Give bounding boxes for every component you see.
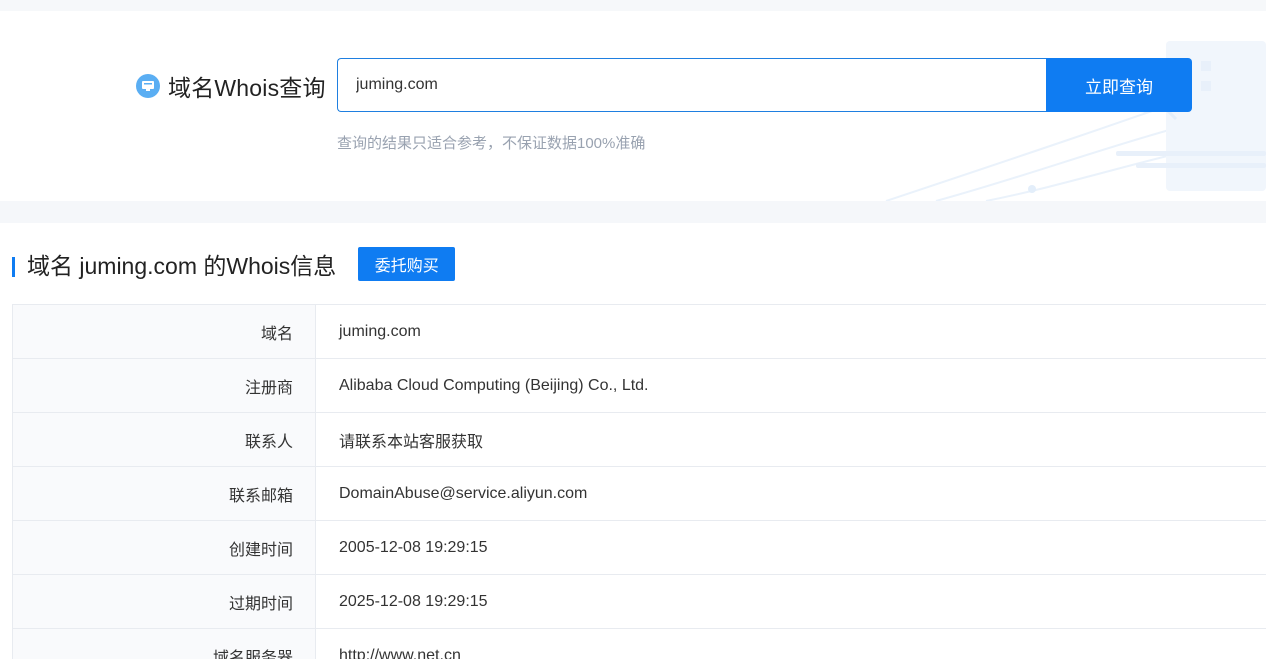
section-title: 域名 juming.com 的Whois信息 [27,253,337,279]
disclaimer-text: 查询的结果只适合参考，不保证数据100%准确 [337,135,646,152]
table-row: 域名服务器 http://www.net.cn [12,628,1266,659]
domain-search-input[interactable] [337,58,1046,112]
row-label: 过期时间 [12,574,316,629]
row-label: 创建时间 [12,520,316,575]
table-row: 联系人 请联系本站客服获取 [12,412,1266,467]
row-value: http://www.net.cn [315,628,1266,659]
whois-monitor-icon [136,74,160,98]
table-row: 域名 juming.com [12,304,1266,359]
row-value: Alibaba Cloud Computing (Beijing) Co., L… [315,358,1266,413]
row-label: 域名服务器 [12,628,316,659]
brand: 域名Whois查询 [136,70,326,102]
search-box: 立即查询 [337,58,1192,112]
row-value: 2005-12-08 19:29:15 [315,520,1266,575]
table-row: 联系邮箱 DomainAbuse@service.aliyun.com [12,466,1266,521]
row-value: 请联系本站客服获取 [315,412,1266,467]
row-label: 联系邮箱 [12,466,316,521]
row-value: 2025-12-08 19:29:15 [315,574,1266,629]
query-now-button[interactable]: 立即查询 [1046,58,1192,112]
whois-info-panel: 域名 juming.com 的Whois信息 委托购买 域名 juming.co… [0,223,1266,659]
table-row: 注册商 Alibaba Cloud Computing (Beijing) Co… [12,358,1266,413]
row-label: 联系人 [12,412,316,467]
entrust-purchase-button[interactable]: 委托购买 [358,247,456,281]
section-header: 域名 juming.com 的Whois信息 委托购买 [12,247,456,281]
table-row: 创建时间 2005-12-08 19:29:15 [12,520,1266,575]
row-label: 域名 [12,304,316,359]
title-accent-bar [12,257,15,277]
page-title: 域名Whois查询 [168,75,326,101]
table-row: 过期时间 2025-12-08 19:29:15 [12,574,1266,629]
top-strip [0,0,1266,11]
row-label: 注册商 [12,358,316,413]
whois-table: 域名 juming.com 注册商 Alibaba Cloud Computin… [12,304,1266,659]
row-value: DomainAbuse@service.aliyun.com [315,466,1266,521]
row-value: juming.com [315,304,1266,359]
search-panel: 域名Whois查询 立即查询 查询的结果只适合参考，不保证数据100%准确 [0,11,1266,201]
